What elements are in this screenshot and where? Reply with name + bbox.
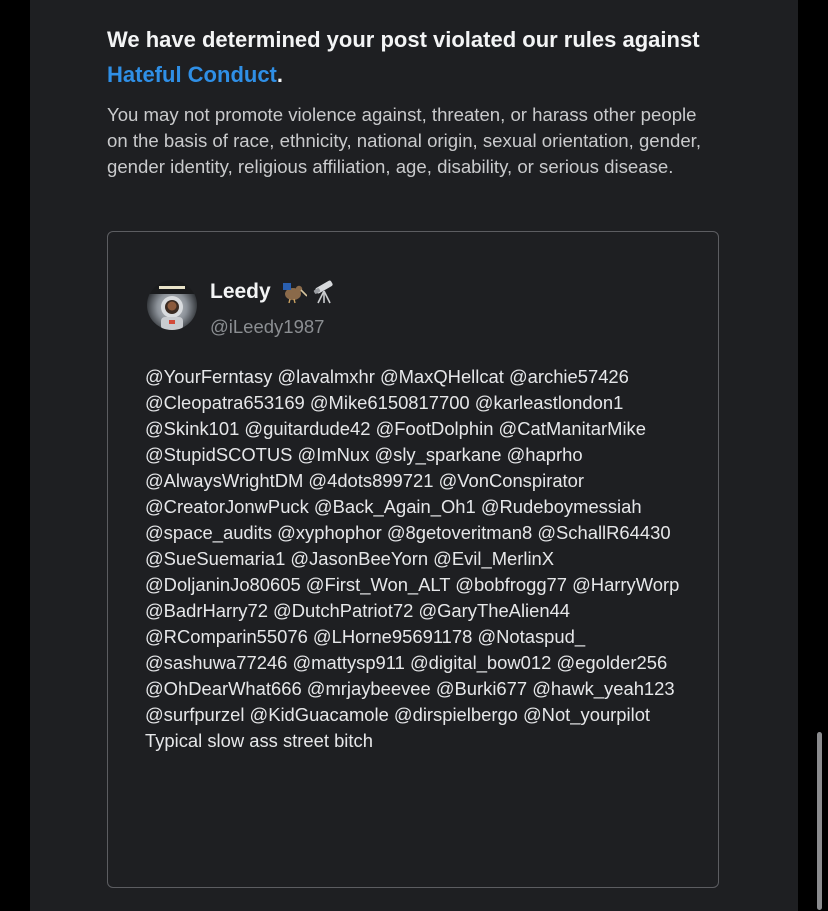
reported-tweet-card: Leedy @iLeedy1987 @YourFerntasy @lavalmx… <box>107 231 719 888</box>
scrollbar[interactable] <box>817 732 822 910</box>
hateful-conduct-link[interactable]: Hateful Conduct <box>107 62 277 87</box>
tweet-author-name: Leedy <box>210 278 337 306</box>
tweet-text: @YourFerntasy @lavalmxhr @MaxQHellcat @a… <box>145 366 680 751</box>
violation-title-period: . <box>276 62 284 87</box>
violation-title-text: We have determined your post violated ou… <box>107 27 700 52</box>
astronaut-avatar-icon <box>147 280 197 330</box>
rule-description: You may not promote violence against, th… <box>107 104 701 177</box>
violation-title: We have determined your post violated ou… <box>107 22 727 92</box>
telescope-icon <box>311 280 337 304</box>
kiwi-bird-icon <box>281 280 307 304</box>
tweet-author-handle: @iLeedy1987 <box>210 316 325 337</box>
avatar <box>147 280 197 330</box>
display-name-text: Leedy <box>210 280 271 303</box>
